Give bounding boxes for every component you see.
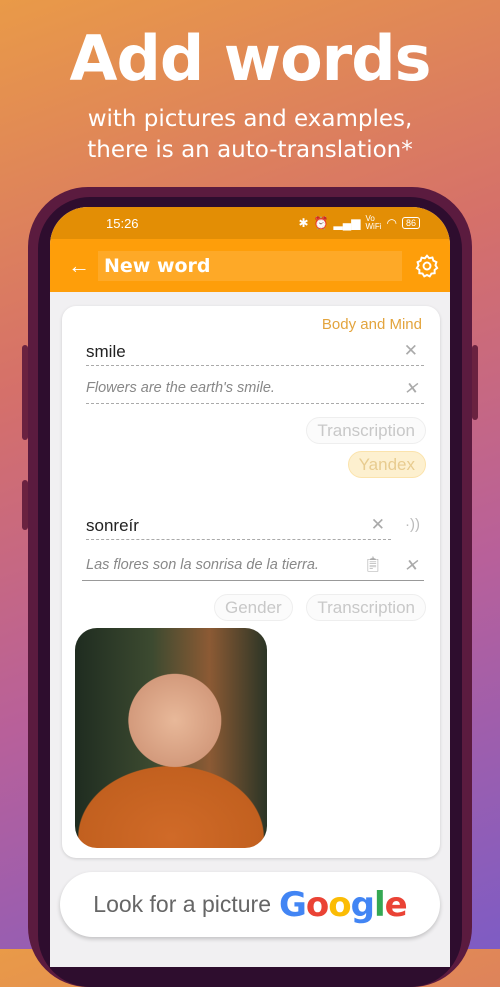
yandex-button[interactable]: Yandex	[347, 451, 426, 478]
promo-title: Add words	[69, 22, 431, 95]
app-bar: ← New word	[50, 239, 450, 292]
translation-example-input[interactable]: Las flores son la sonrisa de la tierra. 📋…	[82, 553, 424, 581]
translation-example-value: Las flores son la sonrisa de la tierra.	[86, 557, 319, 573]
close-icon[interactable]: ✕	[404, 379, 418, 399]
word-picture[interactable]	[75, 628, 267, 848]
example-input[interactable]: Flowers are the earth's smile. ✕	[86, 376, 424, 404]
close-icon[interactable]: ✕	[404, 556, 418, 576]
promo-subtitle-line: there is an auto-translation*	[87, 137, 413, 163]
promo-subtitle-line: with pictures and examples,	[87, 106, 413, 132]
battery-icon: 86	[401, 217, 420, 229]
bluetooth-icon: ✱	[298, 216, 309, 230]
translation-value: sonreír	[86, 516, 139, 535]
promo-subtitle: with pictures and examples, there is an a…	[0, 104, 500, 166]
example-value: Flowers are the earth's smile.	[86, 380, 275, 396]
alarm-icon: ⏰	[313, 216, 329, 230]
gear-icon[interactable]	[414, 253, 440, 279]
phone-side-button	[22, 345, 28, 440]
phone-side-button	[472, 345, 478, 420]
close-icon[interactable]: ✕	[371, 515, 385, 535]
close-icon[interactable]: ✕	[404, 341, 418, 361]
wifi-icon: ◠	[386, 216, 397, 230]
app-screen: 15:26 ✱ ⏰ ▂▄▆ Vo WiFi ◠ 86 ← New word Bod…	[50, 207, 450, 967]
speaker-icon[interactable]: ·))	[405, 516, 420, 533]
status-bar: 15:26 ✱ ⏰ ▂▄▆ Vo WiFi ◠ 86	[50, 207, 450, 239]
status-time: 15:26	[106, 215, 139, 231]
look-for-picture-button[interactable]: Look for a picture Google	[60, 872, 440, 937]
word-title-field[interactable]: New word	[98, 250, 402, 281]
vowifi-icon: Vo WiFi	[365, 214, 382, 231]
category-label[interactable]: Body and Mind	[322, 316, 422, 333]
word-card: Body and Mind smile ✕ Flowers are the ear…	[62, 306, 440, 858]
google-logo: Google	[279, 884, 408, 925]
translation-input[interactable]: sonreír ✕	[86, 512, 391, 540]
clipboard-icon[interactable]: 📋︎	[364, 556, 382, 573]
look-for-picture-label: Look for a picture	[93, 891, 271, 917]
signal-icon: ▂▄▆	[333, 216, 361, 230]
status-icons: ✱ ⏰ ▂▄▆ Vo WiFi ◠ 86	[299, 215, 420, 231]
arrow-left-icon[interactable]: ←	[68, 253, 90, 279]
transcription-button-2[interactable]: Transcription	[306, 594, 426, 621]
phone-side-button	[22, 480, 28, 530]
word-input[interactable]: smile ✕	[86, 338, 424, 366]
transcription-button[interactable]: Transcription	[306, 417, 426, 444]
word-value: smile	[86, 342, 126, 361]
gender-button[interactable]: Gender	[214, 594, 293, 621]
